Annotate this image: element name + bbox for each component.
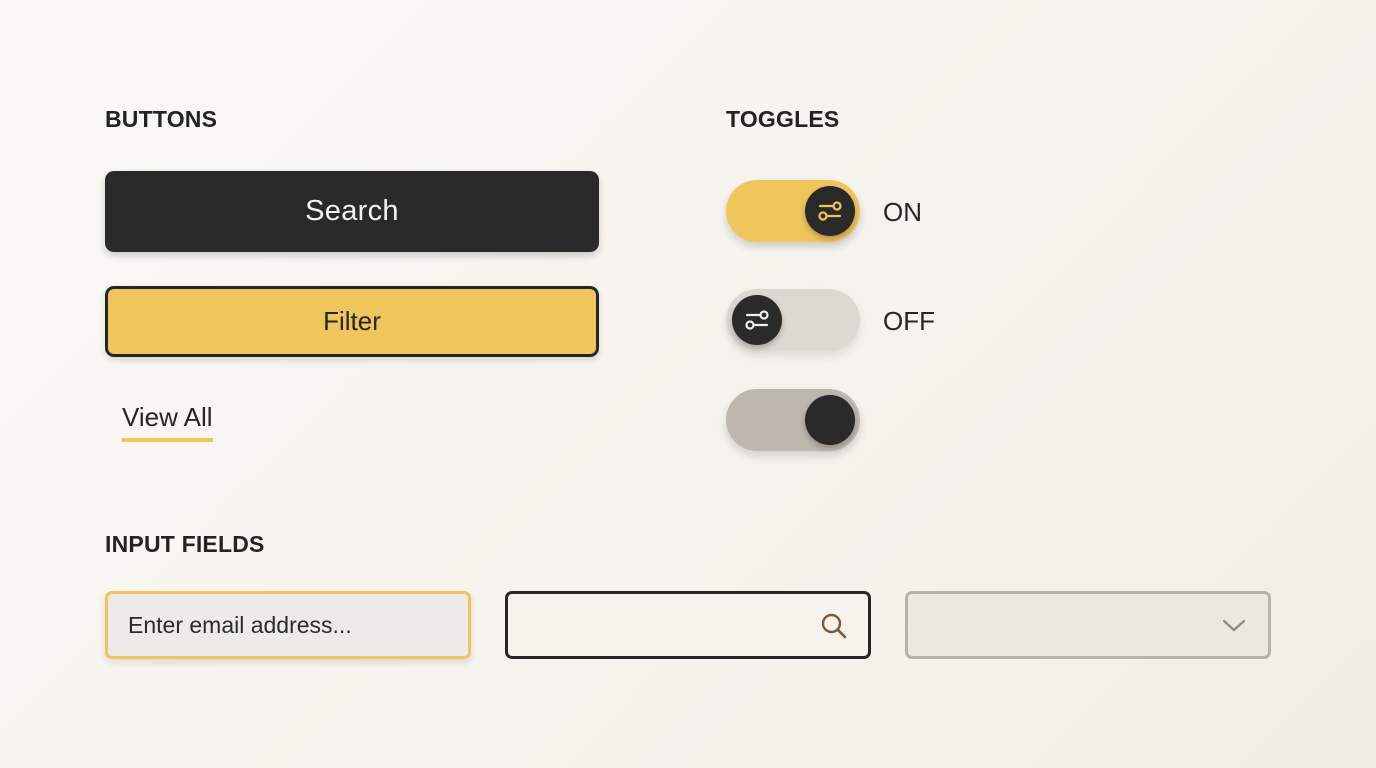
toggle-knob <box>732 295 782 345</box>
chevron-down-icon <box>1222 619 1246 632</box>
sliders-icon <box>745 310 769 330</box>
sliders-icon <box>818 201 842 221</box>
toggle-knob <box>805 395 855 445</box>
toggle-knob <box>805 186 855 236</box>
buttons-section-title: BUTTONS <box>105 106 218 132</box>
filter-button[interactable]: Filter <box>105 286 599 357</box>
input-fields-section-title: INPUT FIELDS <box>105 531 265 557</box>
search-icon[interactable] <box>820 612 848 640</box>
toggles-section-title: TOGGLES <box>726 106 840 132</box>
toggle-on-label: ON <box>883 197 922 227</box>
toggle-on[interactable] <box>726 180 860 242</box>
toggle-off[interactable] <box>726 289 860 351</box>
toggle-off-label: OFF <box>883 306 935 336</box>
toggle-plain[interactable] <box>726 389 860 451</box>
email-input[interactable] <box>108 594 468 656</box>
search-button[interactable]: Search <box>105 171 599 252</box>
select-dropdown[interactable] <box>905 591 1271 659</box>
view-all-link[interactable]: View All <box>122 402 213 442</box>
email-field-wrapper <box>105 591 471 659</box>
search-input[interactable] <box>508 594 798 656</box>
search-field-wrapper <box>505 591 871 659</box>
